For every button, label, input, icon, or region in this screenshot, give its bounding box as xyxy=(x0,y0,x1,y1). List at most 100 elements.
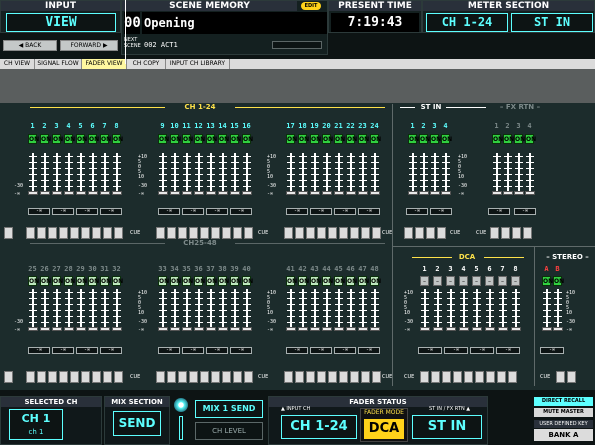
ch-strip-13-on-button[interactable]: ON xyxy=(206,134,217,144)
st-in-strip-2-fader-knob[interactable] xyxy=(419,191,429,195)
back-button[interactable]: ◀ BACK xyxy=(3,40,57,51)
ch-strip-29-on-button[interactable]: ON xyxy=(76,276,87,286)
dca-strip-1-fader-knob[interactable] xyxy=(420,327,430,331)
stereo-0-on-button[interactable]: ON xyxy=(542,276,553,286)
ch-bank-0-2-cue-button[interactable] xyxy=(350,227,359,239)
dca-cue-button[interactable] xyxy=(464,371,473,383)
ch-strip-39-fader-knob[interactable] xyxy=(230,327,240,331)
ch-bank-1-1-cue-button[interactable] xyxy=(156,371,165,383)
dca-strip-8-button[interactable]: – xyxy=(511,276,520,286)
ch-strip-45-fader-knob[interactable] xyxy=(334,327,344,331)
ch-strip-41-on-button[interactable]: ON xyxy=(286,276,297,286)
ch-strip-34-on-button[interactable]: ON xyxy=(170,276,181,286)
ch-strip-44-fader-knob[interactable] xyxy=(322,327,332,331)
ch-cue-left-1-cue-button[interactable] xyxy=(4,371,13,383)
ch-strip-32-fader-knob[interactable] xyxy=(112,327,122,331)
ch-strip-39-on-button[interactable]: ON xyxy=(230,276,241,286)
ch-strip-21-on-button[interactable]: ON xyxy=(334,134,345,144)
fader-ch-button[interactable]: CH 1-24 xyxy=(281,415,357,439)
bank-button[interactable]: BANK A xyxy=(534,429,593,441)
ch-strip-45-on-button[interactable]: ON xyxy=(334,276,345,286)
st-in-strip-3-on-button[interactable]: ON xyxy=(430,134,441,144)
ch-strip-20-fader-knob[interactable] xyxy=(322,191,332,195)
ch-strip-23-on-button[interactable]: ON xyxy=(358,134,369,144)
ch-bank-1-1-cue-button[interactable] xyxy=(233,371,242,383)
tab-input-ch-library[interactable]: INPUT CH LIBRARY xyxy=(166,59,230,69)
dca-strip-4-fader-knob[interactable] xyxy=(459,327,469,331)
ch-strip-31-on-button[interactable]: ON xyxy=(100,276,111,286)
ch-bank-1-2-cue-button[interactable] xyxy=(295,371,304,383)
ch-strip-10-on-button[interactable]: ON xyxy=(170,134,181,144)
ch-level-button[interactable]: CH LEVEL xyxy=(195,422,263,440)
ch-bank-1-0-cue-button[interactable] xyxy=(48,371,57,383)
ch-bank-0-2-cue-button[interactable] xyxy=(339,227,348,239)
ch-strip-42-fader-knob[interactable] xyxy=(298,327,308,331)
dca-cue-button[interactable] xyxy=(442,371,451,383)
ch-strip-24-fader-knob[interactable] xyxy=(370,191,380,195)
ch-bank-1-2-cue-button[interactable] xyxy=(361,371,370,383)
ch-bank-0-0-cue-button[interactable] xyxy=(103,227,112,239)
ch-strip-41-fader-knob[interactable] xyxy=(286,327,296,331)
ch-bank-0-2-cue-button[interactable] xyxy=(284,227,293,239)
ch-bank-0-0-cue-button[interactable] xyxy=(70,227,79,239)
st-in-cue-button[interactable] xyxy=(415,227,424,239)
fx-rtn-strip-1-fader-knob[interactable] xyxy=(492,191,502,195)
dca-strip-2-button[interactable]: – xyxy=(433,276,442,286)
st-in-strip-1-fader-knob[interactable] xyxy=(408,191,418,195)
dca-cue-button[interactable] xyxy=(475,371,484,383)
ch-bank-1-1-cue-button[interactable] xyxy=(167,371,176,383)
ch-strip-26-fader-knob[interactable] xyxy=(40,327,50,331)
ch-strip-47-on-button[interactable]: ON xyxy=(358,276,369,286)
dca-strip-6-fader-knob[interactable] xyxy=(485,327,495,331)
mix1-send-button[interactable]: MIX 1 SEND xyxy=(195,400,263,418)
ch-strip-10-fader-knob[interactable] xyxy=(170,191,180,195)
st-in-strip-3-fader-knob[interactable] xyxy=(430,191,440,195)
ch-strip-12-fader-knob[interactable] xyxy=(194,191,204,195)
ch-bank-0-0-cue-button[interactable] xyxy=(92,227,101,239)
stereo-1-on-button[interactable]: ON xyxy=(553,276,564,286)
ch-strip-22-on-button[interactable]: ON xyxy=(346,134,357,144)
ch-strip-48-fader-knob[interactable] xyxy=(370,327,380,331)
ch-strip-16-on-button[interactable]: ON xyxy=(242,134,253,144)
ch-strip-15-fader-knob[interactable] xyxy=(230,191,240,195)
ch-bank-1-0-cue-button[interactable] xyxy=(37,371,46,383)
ch-strip-28-on-button[interactable]: ON xyxy=(64,276,75,286)
ch-strip-6-on-button[interactable]: ON xyxy=(88,134,99,144)
ch-bank-0-2-cue-button[interactable] xyxy=(328,227,337,239)
ch-strip-38-fader-knob[interactable] xyxy=(218,327,228,331)
ch-strip-40-fader-knob[interactable] xyxy=(242,327,252,331)
ch-strip-33-on-button[interactable]: ON xyxy=(158,276,169,286)
ch-bank-1-2-cue-button[interactable] xyxy=(372,371,381,383)
ch-strip-5-on-button[interactable]: ON xyxy=(76,134,87,144)
ch-strip-23-fader-knob[interactable] xyxy=(358,191,368,195)
ch-bank-0-1-cue-button[interactable] xyxy=(222,227,231,239)
stereo-1-fader-knob[interactable] xyxy=(553,327,563,331)
ch-bank-1-1-cue-button[interactable] xyxy=(244,371,253,383)
ch-strip-7-fader-knob[interactable] xyxy=(100,191,110,195)
fx-rtn-cue-button[interactable] xyxy=(512,227,521,239)
ch-bank-1-2-cue-button[interactable] xyxy=(328,371,337,383)
ch-bank-1-1-cue-button[interactable] xyxy=(222,371,231,383)
dca-strip-3-button[interactable]: – xyxy=(446,276,455,286)
dca-strip-7-button[interactable]: – xyxy=(498,276,507,286)
ch-bank-0-0-cue-button[interactable] xyxy=(26,227,35,239)
forward-button[interactable]: FORWARD ▶ xyxy=(60,40,118,51)
ch-bank-0-1-cue-button[interactable] xyxy=(233,227,242,239)
ch-strip-2-on-button[interactable]: ON xyxy=(40,134,51,144)
ch-bank-0-1-cue-button[interactable] xyxy=(167,227,176,239)
tab-ch-copy[interactable]: CH COPY xyxy=(127,59,166,69)
tab-signal-flow[interactable]: SIGNAL FLOW xyxy=(35,59,82,69)
ch-strip-14-fader-knob[interactable] xyxy=(218,191,228,195)
dca-strip-3-fader-knob[interactable] xyxy=(446,327,456,331)
fx-rtn-strip-1-on-button[interactable]: ON xyxy=(492,134,503,144)
ch-bank-1-2-cue-button[interactable] xyxy=(350,371,359,383)
ch-strip-17-on-button[interactable]: ON xyxy=(286,134,297,144)
dca-cue-button[interactable] xyxy=(497,371,506,383)
ch-strip-16-fader-knob[interactable] xyxy=(242,191,252,195)
ch-strip-11-fader-knob[interactable] xyxy=(182,191,192,195)
ch-strip-37-on-button[interactable]: ON xyxy=(206,276,217,286)
ch-bank-0-2-cue-button[interactable] xyxy=(295,227,304,239)
ch-bank-1-2-cue-button[interactable] xyxy=(306,371,315,383)
ch-bank-1-2-cue-button[interactable] xyxy=(284,371,293,383)
ch-strip-25-on-button[interactable]: ON xyxy=(28,276,39,286)
